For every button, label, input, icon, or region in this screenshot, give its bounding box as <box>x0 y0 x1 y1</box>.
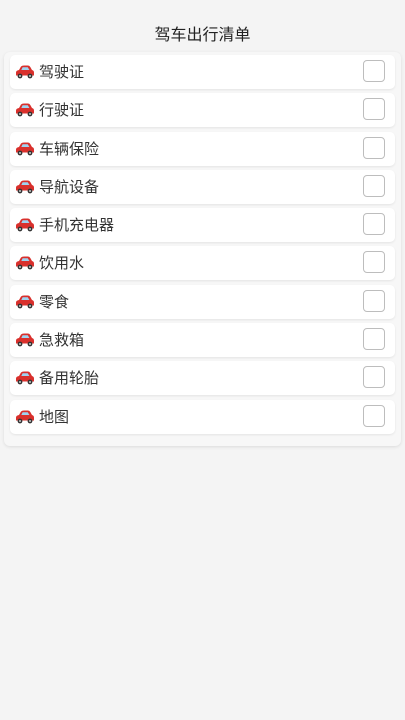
page-title: 驾车出行清单 <box>154 25 251 44</box>
item-label: 零食 <box>39 292 70 311</box>
item-label: 导航设备 <box>39 177 100 196</box>
car-icon <box>16 410 34 424</box>
item-checkbox[interactable] <box>363 136 385 159</box>
item-label: 饮用水 <box>39 254 85 273</box>
car-icon <box>16 371 34 385</box>
item-label: 行驶证 <box>39 101 85 120</box>
item-checkbox[interactable] <box>363 213 385 236</box>
car-icon <box>16 65 34 79</box>
list-item[interactable]: 导航设备 <box>10 169 395 204</box>
item-label: 急救箱 <box>39 331 85 350</box>
list-item[interactable]: 手机充电器 <box>10 208 395 243</box>
list-item[interactable]: 行驶证 <box>10 93 395 128</box>
car-icon <box>16 295 34 309</box>
item-label: 驾驶证 <box>39 63 85 81</box>
checklist: 驾驶证 行驶证 车辆保险 导航设备 手机充电器 饮用水 零食 急救箱 备用轮胎 <box>10 55 395 438</box>
list-item[interactable]: 备用轮胎 <box>10 361 395 396</box>
item-checkbox[interactable] <box>363 251 385 274</box>
item-checkbox[interactable] <box>363 404 385 427</box>
item-checkbox[interactable] <box>363 174 385 197</box>
list-item[interactable]: 车辆保险 <box>10 131 395 166</box>
item-checkbox[interactable] <box>363 328 385 351</box>
item-checkbox[interactable] <box>363 289 385 312</box>
list-item[interactable]: 驾驶证 <box>10 55 395 89</box>
car-icon <box>16 103 34 117</box>
list-item[interactable]: 急救箱 <box>10 323 395 358</box>
car-icon <box>16 180 34 194</box>
item-label: 地图 <box>39 407 70 426</box>
car-icon <box>16 218 34 232</box>
item-label: 车辆保险 <box>39 139 100 158</box>
item-checkbox[interactable] <box>363 366 385 389</box>
car-icon <box>16 256 34 270</box>
list-item[interactable]: 地图 <box>10 399 395 434</box>
car-icon <box>16 142 34 155</box>
item-checkbox[interactable] <box>363 60 385 82</box>
list-item[interactable]: 零食 <box>10 284 395 319</box>
list-item[interactable]: 饮用水 <box>10 246 395 281</box>
car-icon <box>16 333 34 347</box>
item-label: 手机充电器 <box>39 216 115 235</box>
item-label: 备用轮胎 <box>39 369 100 388</box>
item-checkbox[interactable] <box>363 98 385 121</box>
